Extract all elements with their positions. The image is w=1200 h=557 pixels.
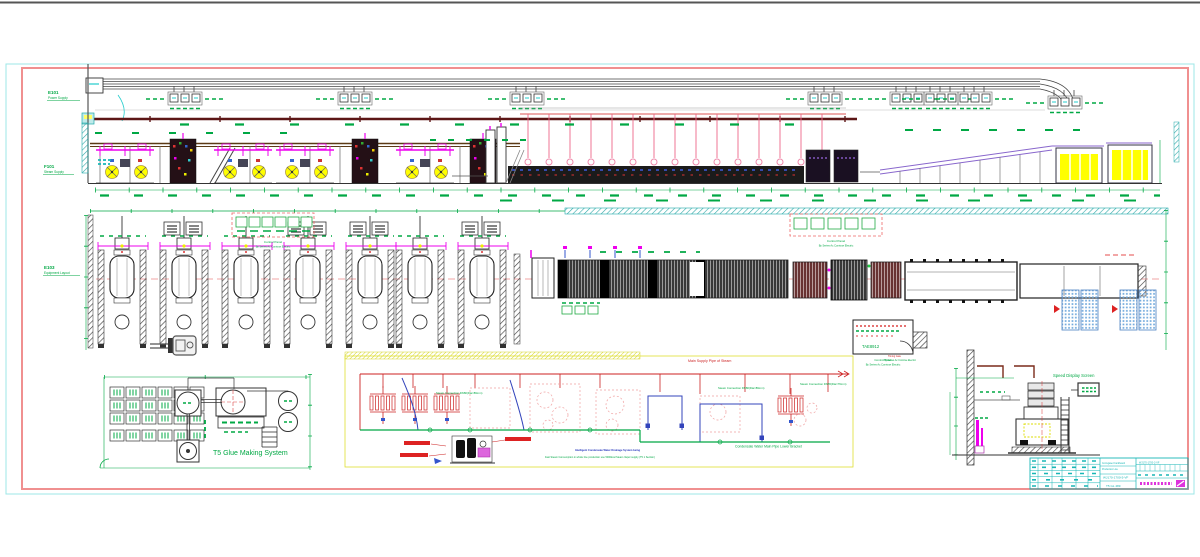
glue-pump: [177, 440, 199, 462]
margin-label-text: Power Supply: [48, 96, 68, 100]
callout-label-red: [400, 453, 428, 457]
roll-stand-plan: [222, 216, 272, 348]
plan-top-wall: [90, 208, 1168, 214]
margin-label-text: Equipment Layout: [44, 271, 70, 275]
title-block-model: WJ170-1700-5-VF: [1103, 476, 1128, 480]
slitter-blocks-plan: [793, 260, 901, 300]
condensate-bracket-label: Condensate Water Main Pipe Lower Bracket: [735, 445, 802, 449]
section-ladder: [1061, 397, 1069, 453]
cutoff-knife-elevation: [806, 150, 880, 182]
steam-conn-label: Steam Connection DN65(Dia=76mm): [800, 382, 846, 386]
single-facer-icon: [352, 133, 378, 183]
glue-making-block: T5 Glue Making System: [100, 374, 310, 470]
margin-label-power: E101 Power Supply: [47, 90, 80, 101]
margin-label-text: Steam Supply: [44, 170, 64, 174]
double-facer-plan: [558, 246, 788, 298]
stacker-2: [1106, 143, 1152, 183]
roll-stand-plan: [98, 216, 148, 348]
steam-schematic: Main Supply Pipe of Steam Timing Gate By…: [345, 352, 917, 467]
margin-label-code: F101: [44, 164, 55, 169]
roll-stands-elevation: [96, 144, 454, 183]
steam-main-pipe: [82, 113, 857, 124]
stacker-1: [1052, 146, 1104, 183]
callout-label-red: [505, 437, 531, 441]
glue-storage-tank: [201, 388, 266, 432]
section-pipes: [977, 366, 1034, 378]
steam-conn-label: Steam Connection DN80(Dia=89mm): [436, 391, 482, 395]
glue-system-title: T5 Glue Making System: [213, 450, 288, 457]
title-block-sign: T5 GL 489: [1106, 484, 1121, 488]
double-facer-plan-labels: [562, 303, 600, 314]
incline-conveyor-elevation: [880, 146, 1052, 183]
plan-left-wall: [86, 215, 93, 350]
roll-stand-plan: [346, 216, 396, 348]
plan-roll-labels: [164, 222, 500, 235]
roll-stand-plan: [396, 216, 446, 348]
title-block: Corrugated Cardboard Production Line WJ1…: [1030, 458, 1188, 489]
speed-display-panel: [1071, 383, 1099, 396]
blue-arrow-icon: [434, 458, 442, 464]
schematic-note-red: Timing Gate: [888, 355, 902, 358]
glue-gap-plan: [514, 250, 554, 344]
conveyor-table-1: [905, 259, 1017, 303]
drawing-canvas: E101 Power Supply F101 Steam Supply E103…: [0, 0, 1200, 557]
steam-main-line: [360, 371, 849, 430]
title-block-line2: Production Line: [1102, 468, 1119, 471]
flow-arrow-icon: [1112, 305, 1118, 313]
roll-stand-plan: [160, 216, 210, 348]
flow-arrow-icon: [1054, 305, 1060, 313]
condensate-recovery-unit: [400, 436, 531, 464]
steam-conn-label: Steam Connection DN80(Dia=89mm): [718, 386, 764, 390]
control-desk-caption2: By Series Ac Comtrue Electric: [866, 363, 901, 367]
roll-stand-plan: [284, 216, 334, 348]
control-panel-caption: Control Panel: [264, 240, 283, 244]
margin-label-equipment: E103 Equipment Layout: [43, 265, 80, 276]
control-panel-caption: Control Panel: [827, 239, 846, 243]
plan-roll-stands: [98, 216, 508, 348]
roll-stand-elevation: [396, 144, 454, 183]
speed-display-label: Speed Display Screen: [1053, 373, 1095, 378]
control-panel-caption2: By Series Ac Comtrue Electric: [256, 245, 291, 249]
steam-title: Main Supply Pipe of Steam: [688, 359, 731, 363]
schematic-note-green: By Series Ac Comtrue Electric: [884, 359, 917, 362]
electrical-panel-group: [146, 86, 1104, 113]
cad-drawing-sheet: E101 Power Supply F101 Steam Supply E103…: [0, 0, 1200, 557]
single-facer-icon: [170, 133, 196, 183]
margin-label-steam: F101 Steam Supply: [43, 164, 74, 175]
margin-label-code: E103: [44, 265, 55, 270]
title-block-code: WJ170-1700-2-VF: [1139, 461, 1160, 464]
callout-label-red: [404, 441, 430, 445]
control-panel-area-2: Control Panel By Series Ac Comtrue Elect…: [790, 214, 882, 248]
cross-section: Speed Display Screen: [950, 350, 1100, 465]
company-logo-icon: [1140, 480, 1185, 487]
roll-stand-elevation: [214, 144, 272, 183]
right-teal-column: [1174, 122, 1179, 162]
schematic-machines-faint: [470, 384, 817, 434]
control-desk-code: TAE8912: [862, 344, 880, 349]
schematic-green-caption: Fast Steam Consumption in whole line pro…: [545, 456, 655, 459]
forklift-icon: [150, 336, 196, 355]
margin-label-code: E101: [48, 90, 59, 95]
roll-stand-plan: [458, 216, 508, 348]
roll-stand-elevation: [276, 144, 334, 183]
title-block-line1: Corrugated Cardboard: [1102, 462, 1126, 465]
glue-stairs: [262, 427, 277, 447]
schematic-blue-title: Intelligent Condensate Water Drainage Sy…: [575, 448, 640, 452]
section-magenta-fittings: [975, 418, 990, 453]
section-wall-column: [967, 350, 974, 465]
control-panel-caption2: By Series Ac Comtrue Electric: [819, 244, 854, 248]
